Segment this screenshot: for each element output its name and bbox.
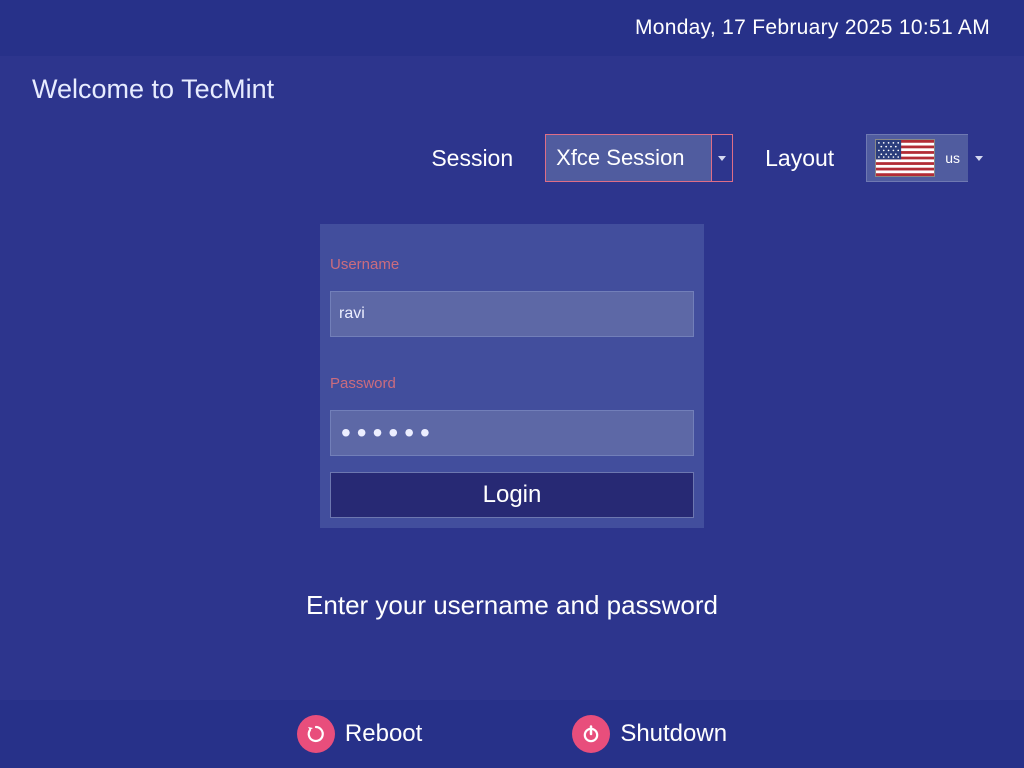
- clock: Monday, 17 February 2025 10:51 AM: [635, 16, 990, 40]
- login-panel: Username Password Login: [320, 224, 704, 528]
- bottom-bar: Reboot Shutdown: [0, 700, 1024, 768]
- shutdown-button[interactable]: Shutdown: [572, 715, 727, 753]
- username-label: Username: [330, 256, 694, 273]
- session-label: Session: [431, 145, 513, 172]
- session-dropdown[interactable]: Xfce Session: [545, 134, 733, 182]
- layout-caret[interactable]: [968, 134, 990, 182]
- prompt-text: Enter your username and password: [0, 590, 1024, 621]
- shutdown-label: Shutdown: [620, 720, 727, 748]
- reboot-button[interactable]: Reboot: [297, 715, 422, 753]
- shutdown-icon: [572, 715, 610, 753]
- layout-value[interactable]: us: [866, 134, 968, 182]
- layout-dropdown[interactable]: us: [866, 134, 990, 182]
- reboot-label: Reboot: [345, 720, 422, 748]
- top-selectors: Session Xfce Session Layout: [431, 134, 990, 182]
- chevron-down-icon: [975, 156, 983, 161]
- layout-label: Layout: [765, 145, 834, 172]
- login-button[interactable]: Login: [330, 472, 694, 518]
- welcome-text: Welcome to TecMint: [32, 74, 274, 105]
- password-field[interactable]: [330, 410, 694, 456]
- password-label: Password: [330, 375, 694, 392]
- session-caret[interactable]: [711, 134, 733, 182]
- reboot-icon: [297, 715, 335, 753]
- username-field[interactable]: [330, 291, 694, 337]
- session-value[interactable]: Xfce Session: [545, 134, 711, 182]
- top-bar: Monday, 17 February 2025 10:51 AM: [0, 0, 1024, 56]
- layout-code: us: [945, 150, 960, 166]
- chevron-down-icon: [718, 156, 726, 161]
- flag-us-icon: [875, 139, 935, 177]
